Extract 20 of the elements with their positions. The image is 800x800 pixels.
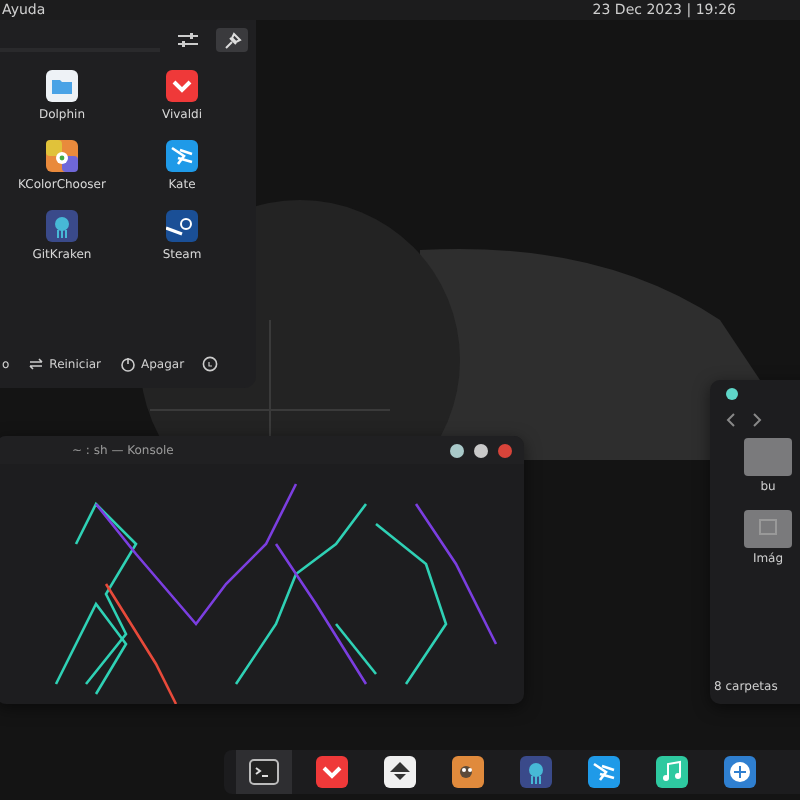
minimize-button[interactable] <box>450 443 464 457</box>
maximize-button[interactable] <box>474 443 488 457</box>
picture-folder-icon <box>744 508 792 548</box>
animal-face-icon <box>452 756 484 788</box>
music-note-icon <box>656 756 688 788</box>
squid-icon <box>46 210 78 242</box>
folder-icon <box>744 436 792 476</box>
squid-icon <box>520 756 552 788</box>
sliders-icon <box>178 32 198 48</box>
settings-button[interactable] <box>172 28 204 52</box>
color-wheel-icon <box>46 140 78 172</box>
dock-button[interactable] <box>236 750 292 794</box>
terminal-icon <box>248 756 280 788</box>
status-dot-icon <box>726 388 738 400</box>
power-icon <box>119 356 136 372</box>
pin-button[interactable] <box>216 28 248 52</box>
folder-icon <box>46 70 78 102</box>
pin-icon <box>223 31 241 49</box>
restart-icon <box>27 356 44 372</box>
close-button[interactable] <box>498 443 512 457</box>
